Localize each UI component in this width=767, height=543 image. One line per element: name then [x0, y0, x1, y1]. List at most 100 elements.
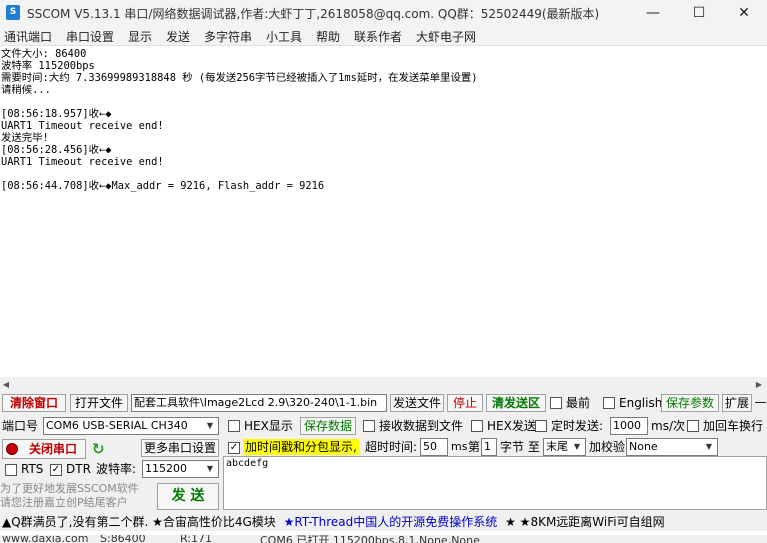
timeout-input[interactable]: 50	[420, 438, 448, 456]
checksum-label: 加校验	[589, 440, 626, 454]
output-line: 波特率 115200bps	[1, 60, 95, 72]
recv-to-file-checkbox[interactable]	[363, 420, 375, 432]
close-port-label: 关闭串口	[29, 442, 78, 456]
port-select[interactable]: COM6 USB-SERIAL CH340 ▼	[43, 417, 219, 435]
status-received-count: R:171	[180, 535, 213, 543]
expand-button[interactable]: 扩展	[722, 394, 752, 412]
open-file-button[interactable]: 打开文件	[70, 394, 128, 412]
send-file-button[interactable]: 发送文件	[390, 394, 444, 412]
interval-unit: ms/次	[651, 419, 685, 433]
timed-send-checkbox[interactable]	[535, 420, 547, 432]
add-crlf-checkbox[interactable]	[687, 420, 699, 432]
menu-help[interactable]: 帮助	[316, 28, 340, 45]
menu-multi-string[interactable]: 多字符串	[204, 28, 252, 45]
recv-to-file-label: 接收数据到文件	[379, 419, 464, 433]
ticker-qq-notice[interactable]: ▲Q群满员了,没有第二个群. ★合宙高性价比4G模块	[0, 515, 276, 529]
stop-button[interactable]: 停止	[447, 394, 483, 412]
clear-send-area-button[interactable]: 清发送区	[486, 394, 546, 412]
port-value: COM6 USB-SERIAL CH340	[46, 419, 188, 432]
timestamp-checkbox[interactable]: ✓	[228, 442, 240, 454]
promo-text: 为了更好地发展SSCOM软件 请您注册嘉立创P结尾客户	[0, 482, 139, 509]
horizontal-scrollbar[interactable]: ◀ ▶	[0, 377, 767, 393]
byte-end-select[interactable]: 末尾 ▼	[543, 438, 586, 456]
output-line: 请稍候...	[1, 84, 51, 96]
menu-contact-author[interactable]: 联系作者	[354, 28, 402, 45]
menu-display[interactable]: 显示	[128, 28, 152, 45]
maximize-button[interactable]: ☐	[676, 0, 722, 26]
send-text-area[interactable]: abcdefg	[223, 456, 767, 510]
status-url[interactable]: www.daxia.com	[2, 535, 89, 543]
save-params-button[interactable]: 保存参数	[661, 394, 719, 412]
minimize-button[interactable]: —	[630, 0, 676, 26]
checksum-select[interactable]: None ▼	[626, 438, 718, 456]
output-line: 发送完毕!	[1, 132, 49, 144]
output-line: UART1 Timeout receive end!	[1, 156, 164, 168]
scroll-left-icon[interactable]: ◀	[1, 380, 11, 390]
status-port-info: COM6 已打开 115200bps,8,1,None,None	[260, 535, 480, 543]
menu-port-settings[interactable]: 串口设置	[66, 28, 114, 45]
add-crlf-label: 加回车换行	[703, 419, 764, 433]
output-line: [08:56:44.708]收←◆Max_addr = 9216, Flash_…	[1, 180, 325, 192]
file-path-field[interactable]: 配套工具软件\Image2Lcd 2.9\320-240\1-1.bin	[131, 394, 387, 412]
menu-tools[interactable]: 小工具	[266, 28, 302, 45]
baud-value: 115200	[145, 462, 187, 475]
collapse-button[interactable]: —	[754, 394, 767, 412]
hex-send-checkbox[interactable]	[471, 420, 483, 432]
port-label: 端口号	[2, 419, 39, 433]
ticker-wifi-notice[interactable]: ★ ★8KM远距离WiFi可自组网	[501, 515, 665, 529]
checksum-value: None	[629, 440, 658, 453]
refresh-icon[interactable]: ↻	[92, 441, 105, 457]
menu-comm-port[interactable]: 通讯端口	[4, 28, 52, 45]
output-line: 文件大小: 86400	[1, 48, 87, 60]
scroll-right-icon[interactable]: ▶	[754, 380, 764, 390]
timestamp-label: 加时间戳和分包显示,	[243, 439, 359, 455]
control-panel: 清除窗口 打开文件 配套工具软件\Image2Lcd 2.9\320-240\1…	[0, 393, 767, 513]
chevron-down-icon: ▼	[705, 442, 713, 451]
timed-send-label: 定时发送:	[551, 419, 604, 433]
rts-checkbox[interactable]	[5, 464, 17, 476]
chevron-down-icon: ▼	[206, 421, 214, 430]
status-bar: www.daxia.com S:86400 R:171 COM6 已打开 115…	[0, 535, 767, 543]
output-line: 需要时间:大约 7.33699989318848 秒 (每发送256字节已经被插…	[1, 72, 478, 84]
app-icon: S	[6, 5, 20, 20]
interval-input[interactable]: 1000	[610, 417, 648, 435]
port-status-icon	[6, 443, 18, 455]
title-bar: S SSCOM V5.13.1 串口/网络数据调试器,作者:大虾丁丁,26180…	[0, 0, 767, 26]
send-text: abcdefg	[226, 458, 269, 469]
byte-start-input[interactable]: 1	[481, 438, 497, 456]
dtr-label: DTR	[66, 462, 91, 476]
send-button[interactable]: 发 送	[157, 483, 219, 510]
baud-label: 波特率:	[96, 462, 137, 476]
timeout-unit: ms	[451, 440, 468, 453]
menu-bar: 通讯端口 串口设置 显示 发送 多字符串 小工具 帮助 联系作者 大虾电子网	[0, 26, 767, 46]
chevron-down-icon: ▼	[206, 464, 214, 473]
clear-window-button[interactable]: 清除窗口	[2, 394, 66, 412]
save-data-button[interactable]: 保存数据	[300, 417, 356, 435]
topmost-checkbox[interactable]	[550, 397, 562, 409]
baud-select[interactable]: 115200 ▼	[142, 460, 219, 478]
hex-display-checkbox[interactable]	[228, 420, 240, 432]
receive-output[interactable]: 文件大小: 86400 波特率 115200bps 需要时间:大约 7.3369…	[0, 47, 767, 392]
dtr-checkbox[interactable]: ✓	[50, 464, 62, 476]
english-label: English	[619, 396, 663, 410]
rts-label: RTS	[21, 462, 44, 476]
byte-end-value: 末尾	[546, 440, 568, 453]
menu-send[interactable]: 发送	[166, 28, 190, 45]
byte-number-label: 第	[468, 440, 481, 454]
byte-to-label: 字节 至	[500, 440, 540, 454]
english-checkbox[interactable]	[603, 397, 615, 409]
timeout-label: 超时时间:	[365, 440, 418, 454]
output-line: [08:56:18.957]收←◆	[1, 108, 112, 120]
topmost-label: 最前	[566, 396, 591, 410]
close-button[interactable]: ✕	[721, 0, 767, 26]
more-port-settings-button[interactable]: 更多串口设置	[141, 439, 219, 457]
ticker-bar: ▲Q群满员了,没有第二个群. ★合宙高性价比4G模块 ★RT-Thread中国人…	[0, 513, 767, 531]
ticker-rt-thread-link[interactable]: ★RT-Thread中国人的开源免费操作系统	[280, 515, 498, 529]
hex-send-label: HEX发送	[487, 419, 536, 433]
menu-daxia-website[interactable]: 大虾电子网	[416, 28, 476, 45]
status-sent-count: S:86400	[100, 535, 146, 543]
close-port-button[interactable]: 关闭串口	[2, 439, 86, 459]
output-line: UART1 Timeout receive end!	[1, 120, 164, 132]
